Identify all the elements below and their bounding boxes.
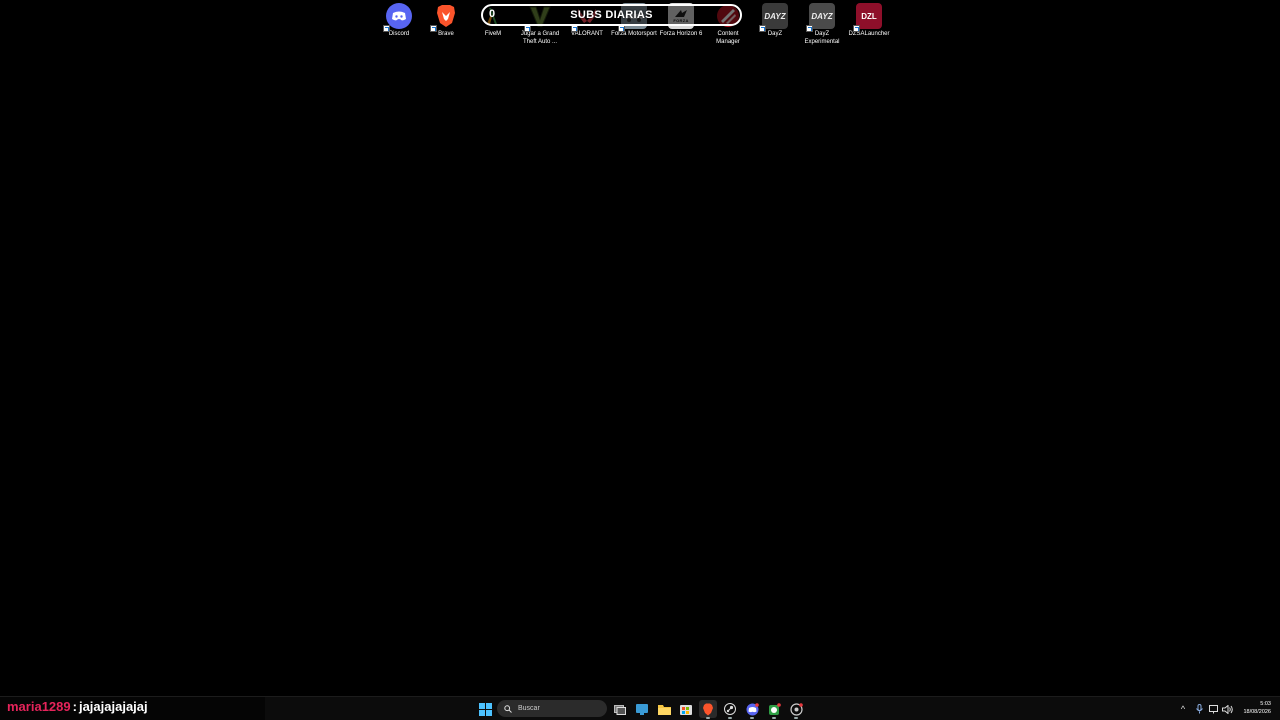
desktop-icon-label: Forza Motorsport bbox=[611, 31, 657, 37]
shortcut-arrow-icon bbox=[571, 25, 578, 32]
subs-banner-overlay: 0 SUBS DIARIAS bbox=[481, 4, 742, 26]
running-indicator bbox=[706, 717, 710, 719]
search-placeholder: Buscar bbox=[518, 705, 540, 712]
chevron-up-icon: ^ bbox=[1180, 704, 1186, 714]
discord-icon bbox=[746, 702, 759, 715]
desktop-icon-dzsa-launcher[interactable]: DZL DZSALauncher bbox=[846, 3, 892, 39]
chat-separator: : bbox=[72, 699, 77, 714]
desktop-icon-dayz-experimental[interactable]: DAYZ DayZ Experimental bbox=[799, 3, 845, 46]
shortcut-arrow-icon bbox=[618, 25, 625, 32]
desktop-icon-brave[interactable]: Brave bbox=[423, 3, 469, 39]
dayz-experimental-icon: DAYZ bbox=[806, 3, 835, 32]
brave-icon bbox=[703, 703, 713, 715]
store-icon bbox=[680, 705, 692, 715]
file-explorer-icon bbox=[657, 704, 671, 715]
store-button[interactable] bbox=[677, 700, 695, 718]
chat-username: maria1289 bbox=[7, 699, 71, 714]
stream-chat-overlay: maria1289: jajajajajajaj bbox=[7, 699, 148, 714]
xbox-taskbar-button[interactable] bbox=[765, 700, 783, 719]
desktop-icon-discord[interactable]: Discord bbox=[376, 3, 422, 39]
shortcut-arrow-icon bbox=[383, 25, 390, 32]
shortcut-arrow-icon bbox=[759, 25, 766, 32]
file-explorer-button[interactable] bbox=[655, 700, 673, 718]
taskbar-search-box[interactable]: Buscar bbox=[497, 700, 607, 717]
dayz-badge: DAYZ bbox=[811, 11, 833, 21]
shortcut-arrow-icon bbox=[853, 25, 860, 32]
volume-tray-button[interactable] bbox=[1220, 701, 1234, 717]
start-button[interactable] bbox=[476, 700, 494, 718]
banner-text: SUBS DIARIAS bbox=[570, 9, 653, 21]
dayz-badge: DAYZ bbox=[764, 11, 786, 21]
steam-icon bbox=[724, 703, 736, 715]
show-hidden-icons-button[interactable]: ^ bbox=[1176, 701, 1190, 717]
running-indicator bbox=[794, 717, 798, 719]
desktop-icon-label: VALORANT bbox=[571, 31, 603, 37]
running-indicator bbox=[772, 717, 776, 719]
speaker-icon bbox=[1221, 704, 1233, 714]
dzl-badge: DZL bbox=[861, 11, 877, 21]
taskbar: Buscar ^ 5:03 18/08/2026 bbox=[0, 696, 1280, 720]
desktop-icon-label: Forza Horizon 6 bbox=[659, 31, 703, 37]
desktop: Discord Brave FiveM Jugar a Grand Theft … bbox=[0, 0, 1280, 696]
network-tray-button[interactable] bbox=[1207, 701, 1221, 717]
desktop-icon-label: Jugar a Grand Theft Auto ... bbox=[520, 31, 560, 45]
search-icon bbox=[504, 704, 512, 713]
steam-taskbar-button[interactable] bbox=[721, 700, 739, 719]
microphone-icon bbox=[1195, 704, 1203, 714]
desktop-icon-label: Discord bbox=[388, 31, 410, 37]
network-icon bbox=[1209, 704, 1218, 713]
task-view-button[interactable] bbox=[611, 700, 629, 718]
windows-logo-icon bbox=[478, 702, 492, 716]
chrome-taskbar-button[interactable] bbox=[787, 700, 805, 719]
running-indicator bbox=[728, 717, 732, 719]
desktop-icon-label: DayZ bbox=[767, 31, 783, 37]
chrome-icon bbox=[789, 702, 803, 716]
dayz-icon: DAYZ bbox=[759, 3, 788, 32]
shortcut-arrow-icon bbox=[524, 25, 531, 32]
brave-lion-icon bbox=[430, 3, 459, 32]
microphone-tray-button[interactable] bbox=[1192, 701, 1206, 717]
shortcut-arrow-icon bbox=[806, 25, 813, 32]
taskbar-clock[interactable]: 5:03 18/08/2026 bbox=[1243, 700, 1271, 716]
widgets-button[interactable] bbox=[633, 700, 651, 718]
clock-time: 5:03 bbox=[1260, 701, 1271, 707]
dzsa-launcher-icon: DZL bbox=[853, 3, 882, 32]
desktop-icon-label: Content Manager bbox=[716, 31, 740, 45]
desktop-icon-label: FiveM bbox=[484, 31, 502, 37]
task-view-icon bbox=[614, 704, 626, 715]
discord-icon bbox=[383, 3, 412, 32]
desktop-icon-label: DZSALauncher bbox=[848, 31, 890, 37]
discord-taskbar-button[interactable] bbox=[743, 700, 761, 719]
shortcut-arrow-icon bbox=[430, 25, 437, 32]
desktop-icon-label: DayZ Experimental bbox=[804, 31, 840, 45]
chat-message: jajajajajajaj bbox=[78, 699, 148, 714]
desktop-icon-label: Brave bbox=[438, 31, 454, 37]
clock-date: 18/08/2026 bbox=[1243, 709, 1271, 715]
xbox-icon bbox=[768, 702, 781, 715]
widgets-icon bbox=[636, 703, 648, 715]
running-indicator bbox=[750, 717, 754, 719]
banner-glyph: 0 bbox=[489, 8, 496, 20]
desktop-icon-dayz[interactable]: DAYZ DayZ bbox=[752, 3, 798, 39]
brave-taskbar-button[interactable] bbox=[699, 700, 717, 719]
